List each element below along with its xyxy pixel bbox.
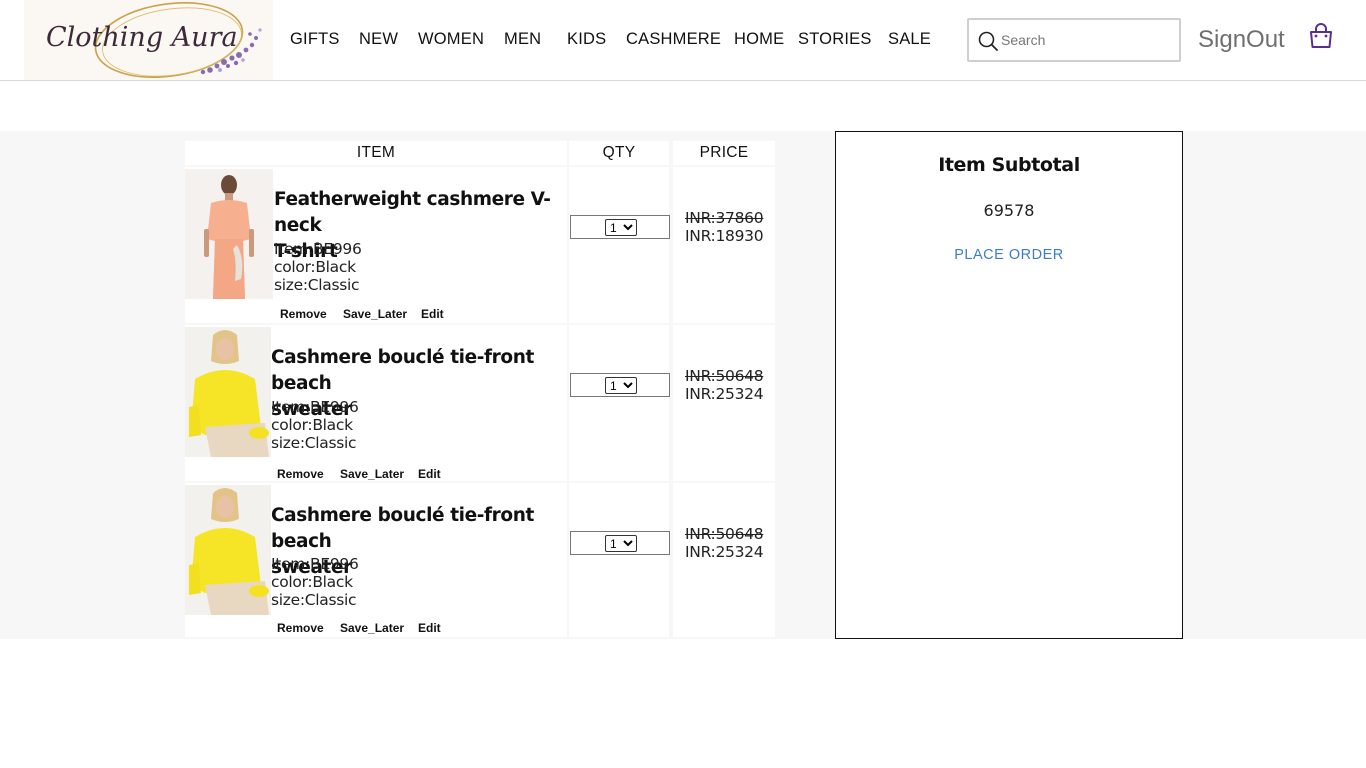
- edit-button[interactable]: Edit: [418, 467, 441, 481]
- price-cell: INR:37860 INR:18930: [673, 167, 775, 323]
- edit-button[interactable]: Edit: [418, 621, 441, 635]
- product-image[interactable]: [185, 169, 273, 299]
- remove-button[interactable]: Remove: [280, 307, 327, 321]
- product-sku: Item:BE996: [274, 240, 362, 258]
- search-box[interactable]: [967, 18, 1181, 62]
- product-color: color:Black: [271, 416, 353, 434]
- item-cell: Cashmere bouclé tie-front beach sweater …: [185, 325, 567, 481]
- search-input[interactable]: [1001, 28, 1171, 52]
- header-price: PRICE: [673, 141, 775, 165]
- qty-cell: 1: [569, 167, 670, 323]
- product-image[interactable]: [185, 327, 271, 457]
- price-cell: INR:50648 INR:25324: [673, 325, 775, 481]
- nav-cashmere[interactable]: CASHMERE: [626, 30, 721, 49]
- qty-select[interactable]: 1: [605, 535, 637, 552]
- nav-sale[interactable]: SALE: [888, 30, 931, 49]
- cart-row: Featherweight cashmere V-neck T-shirt It…: [185, 167, 775, 323]
- shopping-bag-icon[interactable]: [1307, 22, 1335, 50]
- product-sku: Item:BE996: [271, 398, 359, 416]
- item-cell: Featherweight cashmere V-neck T-shirt It…: [185, 167, 567, 323]
- price-cell: INR:50648 INR:25324: [673, 483, 775, 637]
- nav-gifts[interactable]: GIFTS: [290, 30, 340, 49]
- logo-text: Clothing Aura: [46, 22, 238, 53]
- nav-kids[interactable]: KIDS: [567, 30, 606, 49]
- product-name-line: Cashmere bouclé tie-front beach: [271, 347, 534, 394]
- product-image[interactable]: [185, 485, 271, 615]
- nav-women[interactable]: WOMEN: [418, 30, 484, 49]
- sale-price: INR:25324: [685, 543, 764, 561]
- nav-stories[interactable]: STORIES: [798, 30, 872, 49]
- qty-select[interactable]: 1: [605, 377, 637, 394]
- cart-row: Cashmere bouclé tie-front beach sweater …: [185, 483, 775, 637]
- sale-price: INR:25324: [685, 385, 764, 403]
- signout-link[interactable]: SignOut: [1198, 26, 1285, 54]
- qty-field: 1: [570, 215, 670, 239]
- product-color: color:Black: [271, 573, 353, 591]
- edit-button[interactable]: Edit: [421, 307, 444, 321]
- save-later-button[interactable]: Save_Later: [343, 307, 407, 321]
- original-price: INR:37860: [685, 209, 764, 227]
- sale-price: INR:18930: [685, 227, 764, 245]
- original-price: INR:50648: [685, 525, 764, 543]
- product-sku: Item:BE996: [271, 555, 359, 573]
- save-later-button[interactable]: Save_Later: [340, 621, 404, 635]
- save-later-button[interactable]: Save_Later: [340, 467, 404, 481]
- place-order-button[interactable]: PLACE ORDER: [836, 247, 1182, 263]
- nav-men[interactable]: MEN: [504, 30, 541, 49]
- qty-field: 1: [570, 373, 670, 397]
- search-icon: [978, 31, 998, 51]
- logo-graphic: Clothing Aura: [46, 2, 262, 78]
- qty-cell: 1: [569, 325, 670, 481]
- brand-logo[interactable]: Clothing Aura: [24, 0, 273, 80]
- nav-new[interactable]: NEW: [359, 30, 398, 49]
- product-name-line: Cashmere bouclé tie-front beach: [271, 505, 534, 552]
- product-color: color:Black: [274, 258, 356, 276]
- product-size: size:Classic: [274, 276, 360, 294]
- product-size: size:Classic: [271, 434, 357, 452]
- item-cell: Cashmere bouclé tie-front beach sweater …: [185, 483, 567, 637]
- original-price: INR:50648: [685, 367, 764, 385]
- subtotal-value: 69578: [983, 201, 1035, 220]
- product-name-line: Featherweight cashmere V-neck: [274, 189, 551, 236]
- header-item: ITEM: [185, 141, 567, 165]
- remove-button[interactable]: Remove: [277, 621, 324, 635]
- remove-button[interactable]: Remove: [277, 467, 324, 481]
- cart-row: Cashmere bouclé tie-front beach sweater …: [185, 325, 775, 481]
- nav-home[interactable]: HOME: [734, 30, 784, 49]
- subtotal-title: Item Subtotal: [938, 154, 1080, 176]
- qty-select[interactable]: 1: [605, 219, 637, 236]
- product-size: size:Classic: [271, 591, 357, 609]
- order-summary: Item Subtotal 69578 PLACE ORDER: [835, 131, 1183, 639]
- site-header: Clothing Aura GIFTS NEW WOMEN MEN KIDS C…: [0, 0, 1366, 81]
- qty-cell: 1: [569, 483, 670, 637]
- header-qty: QTY: [569, 141, 669, 165]
- qty-field: 1: [570, 531, 670, 555]
